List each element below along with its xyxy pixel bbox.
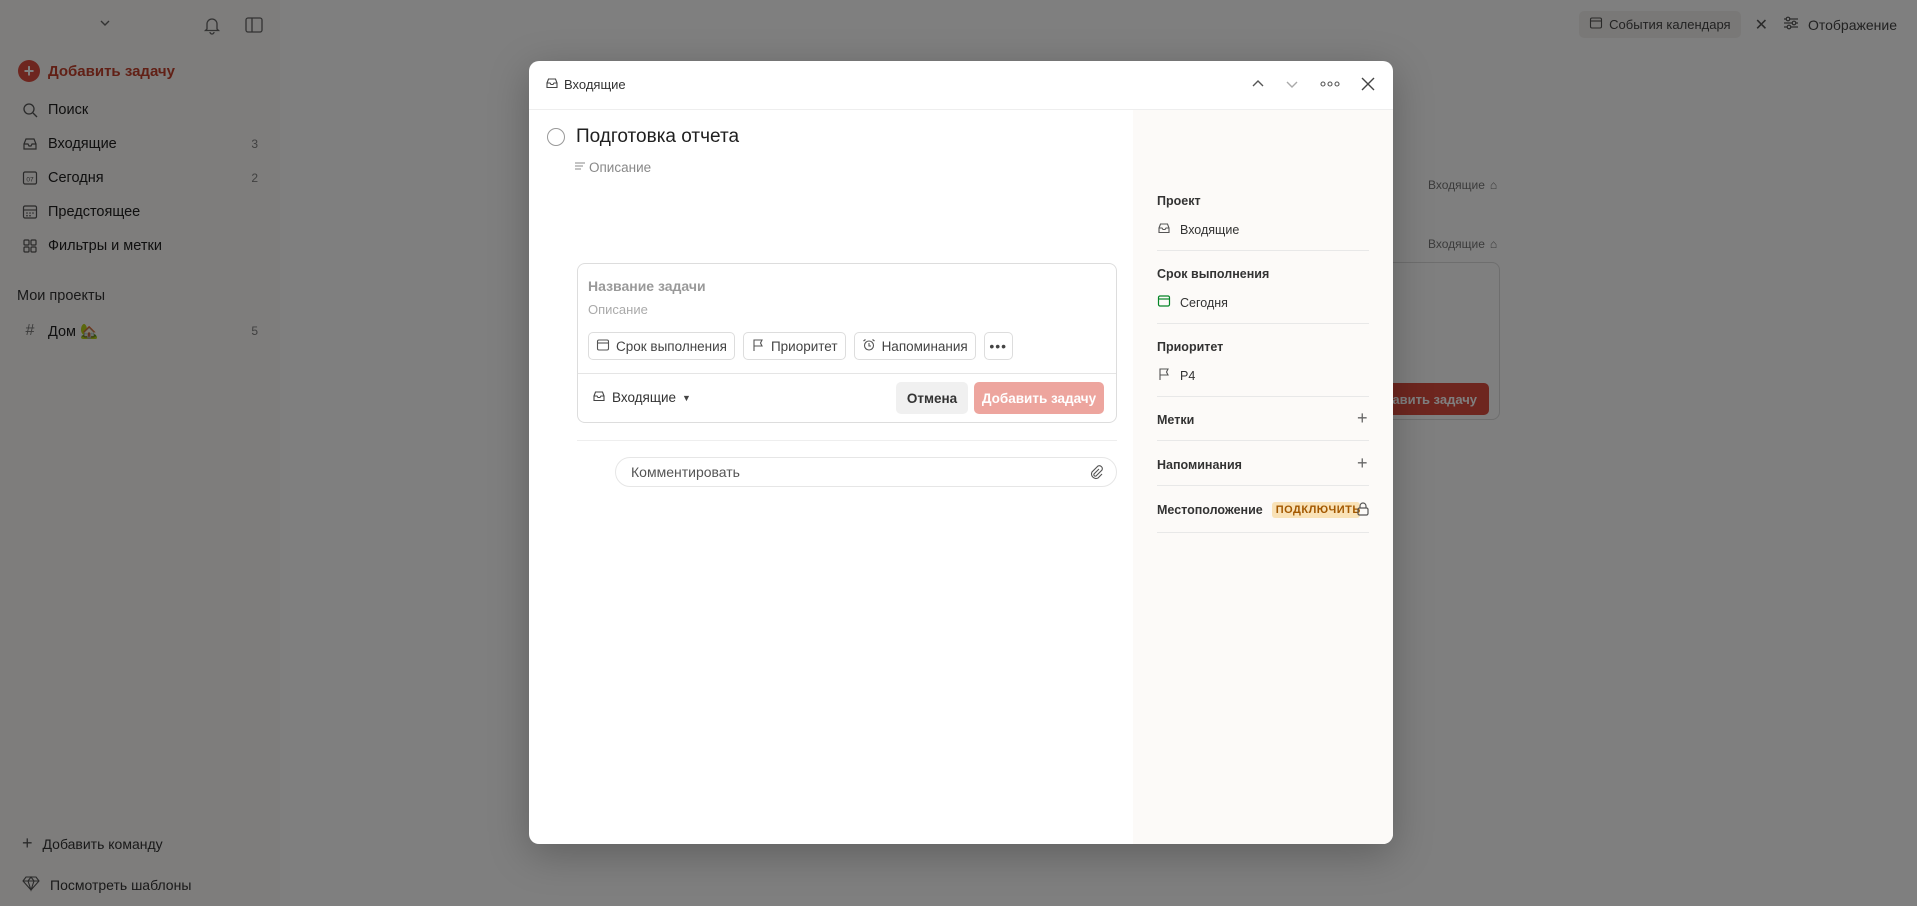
task-title[interactable]: Подготовка отчета — [576, 126, 739, 148]
divider — [577, 440, 1117, 441]
subtask-name-input[interactable]: Название задачи — [588, 278, 706, 294]
priority-value-label: P4 — [1180, 368, 1196, 383]
add-label-icon[interactable]: + — [1357, 409, 1368, 427]
labels-label: Метки — [1157, 413, 1195, 427]
calendar-today-icon — [1157, 294, 1171, 311]
due-date-value[interactable]: Сегодня — [1157, 294, 1228, 311]
lock-icon — [1355, 501, 1371, 522]
due-date-value-label: Сегодня — [1180, 295, 1228, 310]
priority-value[interactable]: P4 — [1157, 367, 1195, 384]
upgrade-badge[interactable]: ПОДКЛЮЧИТЬ — [1271, 502, 1360, 518]
priority-chip-label: Приоритет — [770, 338, 838, 354]
subtask-editor: Название задачи Описание Срок выполнения… — [577, 263, 1117, 423]
divider — [1157, 250, 1369, 251]
subtask-chips: Срок выполнения Приоритет Напоминания ••… — [588, 332, 1013, 360]
location-label: Местоположение — [1157, 503, 1263, 517]
breadcrumb-label: Входящие — [564, 77, 626, 92]
inbox-icon — [592, 389, 606, 406]
priority-chip[interactable]: Приоритет — [742, 332, 846, 360]
divider — [1157, 323, 1369, 324]
caret-down-icon: ▼ — [682, 392, 691, 403]
subtask-description-input[interactable]: Описание — [588, 302, 648, 317]
description-lines-icon — [574, 160, 586, 175]
comment-placeholder: Комментировать — [631, 464, 740, 480]
project-value-label: Входящие — [1180, 222, 1240, 237]
task-complete-checkbox[interactable] — [547, 128, 565, 146]
add-subtask-button[interactable]: Добавить задачу — [974, 382, 1104, 414]
task-detail-modal: Входящие Подготовка отчета Описание Назв… — [529, 61, 1393, 844]
flag-icon — [1157, 367, 1171, 384]
task-description-field[interactable]: Описание — [574, 160, 651, 175]
subtask-footer: Входящие ▼ Отмена Добавить задачу — [578, 373, 1116, 423]
project-label: Проект — [1157, 194, 1201, 208]
due-date-label: Срок выполнения — [1157, 267, 1270, 281]
comment-input[interactable]: Комментировать — [615, 457, 1117, 487]
flag-icon — [751, 338, 765, 355]
divider — [1157, 532, 1369, 533]
reminders-chip[interactable]: Напоминания — [853, 332, 976, 360]
cancel-button[interactable]: Отмена — [896, 382, 968, 414]
reminders-chip-label: Напоминания — [881, 338, 968, 354]
task-details-pane: Проект Входящие Срок выполнения Сегодня … — [1133, 110, 1393, 844]
location-row[interactable]: Местоположение ПОДКЛЮЧИТЬ — [1157, 502, 1360, 518]
divider — [1157, 440, 1369, 441]
calendar-icon — [596, 338, 610, 355]
more-options-chip[interactable]: ••• — [983, 332, 1013, 360]
task-main-pane: Подготовка отчета Описание Название зада… — [529, 110, 1133, 844]
due-date-chip-label: Срок выполнения — [616, 338, 727, 354]
ellipsis-icon: ••• — [989, 338, 1008, 354]
modal-actions — [1247, 73, 1379, 95]
breadcrumb[interactable]: Входящие — [545, 76, 626, 93]
inbox-icon — [1157, 221, 1171, 238]
project-selector-label: Входящие — [612, 390, 677, 405]
add-reminder-icon[interactable]: + — [1357, 454, 1368, 472]
alarm-clock-icon — [862, 338, 876, 355]
priority-label: Приоритет — [1157, 340, 1224, 354]
chevron-up-icon[interactable] — [1247, 73, 1269, 95]
description-placeholder: Описание — [589, 160, 652, 175]
close-icon[interactable] — [1357, 73, 1379, 95]
reminders-label: Напоминания — [1157, 458, 1242, 472]
inbox-icon — [545, 76, 559, 93]
divider — [1157, 485, 1369, 486]
divider — [1157, 396, 1369, 397]
project-selector[interactable]: Входящие ▼ — [592, 389, 691, 406]
chevron-down-icon[interactable] — [1281, 73, 1303, 95]
modal-header: Входящие — [529, 61, 1393, 110]
due-date-chip[interactable]: Срок выполнения — [588, 332, 735, 360]
more-options-icon[interactable] — [1315, 73, 1345, 95]
paperclip-icon[interactable] — [1088, 464, 1104, 483]
project-value[interactable]: Входящие — [1157, 221, 1239, 238]
